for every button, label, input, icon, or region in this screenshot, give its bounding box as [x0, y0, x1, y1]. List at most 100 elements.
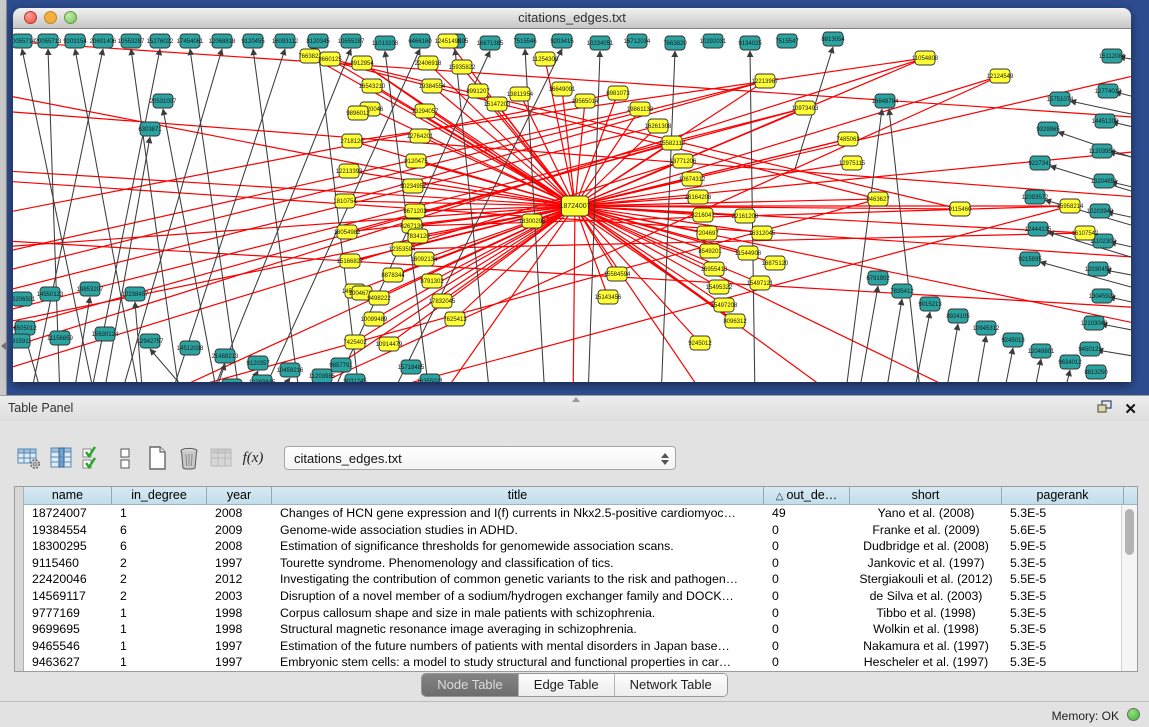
graph-node[interactable]: 9857791 — [329, 358, 353, 372]
graph-node[interactable]: 9203154 — [63, 34, 87, 48]
table-cell[interactable]: 2009 — [207, 522, 272, 539]
graph-edge[interactable] — [575, 101, 585, 206]
graph-edge[interactable] — [318, 49, 360, 382]
table-cell[interactable]: Estimation of the future numbers of pati… — [272, 638, 764, 655]
graph-edge[interactable] — [1063, 370, 1070, 382]
graph-node[interactable]: 8671203 — [403, 204, 427, 218]
graph-node[interactable]: 10945312 — [973, 321, 1000, 335]
graph-node[interactable]: 12942757 — [137, 334, 164, 348]
graph-node[interactable]: 12774013 — [1095, 84, 1122, 98]
graph-node[interactable]: 8813054 — [821, 32, 845, 46]
graph-node[interactable]: 8120345 — [306, 34, 330, 48]
graph-node[interactable]: 10234051 — [587, 36, 614, 50]
graph-node[interactable]: 7625413 — [443, 312, 467, 326]
graph-node[interactable]: 16649091 — [549, 82, 576, 96]
column-header-3[interactable]: title — [272, 487, 764, 504]
graph-node[interactable]: 10234957 — [400, 179, 427, 193]
table-row[interactable]: 969969511998Structural magnetic resonanc… — [24, 621, 1137, 638]
graph-node[interactable]: 16671385 — [477, 36, 504, 50]
table-row[interactable]: 946554611997Estimation of the future num… — [24, 638, 1137, 655]
graph-node[interactable]: 11544908 — [735, 246, 762, 260]
table-cell[interactable]: 49 — [764, 505, 850, 522]
table-cell[interactable]: Jankovic et al. (1997) — [850, 555, 1002, 572]
graph-node[interactable]: 3216047 — [691, 208, 715, 222]
table-cell[interactable]: de Silva et al. (2003) — [850, 588, 1002, 605]
table-cell[interactable]: 1997 — [207, 555, 272, 572]
graph-node[interactable]: 7515546 — [513, 34, 537, 48]
column-header-0[interactable]: name — [24, 487, 112, 504]
graph-node[interactable]: 9450122 — [1078, 342, 1102, 356]
table-cell[interactable]: 9699695 — [24, 621, 112, 638]
column-header-1[interactable]: in_degree — [112, 487, 207, 504]
graph-edge[interactable] — [1033, 359, 1041, 382]
graph-edge[interactable] — [885, 299, 902, 382]
graph-node[interactable]: 12213967 — [752, 74, 779, 88]
function-builder-icon[interactable]: f(x) — [240, 444, 266, 472]
graph-node[interactable]: 16355021 — [417, 374, 444, 382]
table-cell[interactable]: 9115460 — [24, 555, 112, 572]
graph-node[interactable]: 17832045 — [429, 294, 456, 308]
graph-node[interactable]: 9245012 — [688, 336, 712, 350]
graph-node[interactable]: 9896012 — [346, 106, 370, 120]
graph-node[interactable]: 10238457 — [122, 287, 149, 301]
graph-node[interactable]: 9463627 — [866, 192, 890, 206]
table-cell[interactable]: Changes of HCN gene expression and I(f) … — [272, 505, 764, 522]
table-cell[interactable]: 1 — [112, 605, 207, 622]
graph-node[interactable]: 7663820 — [663, 36, 687, 50]
graph-node[interactable]: 19565014 — [572, 94, 599, 108]
graph-node[interactable]: 1810754 — [333, 194, 357, 208]
table-cell[interactable]: 6 — [112, 522, 207, 539]
table-cell[interactable]: 2008 — [207, 538, 272, 555]
graph-edge[interactable] — [253, 49, 300, 382]
graph-node[interactable]: 9634012 — [1058, 355, 1082, 369]
graph-node[interactable]: 3915911 — [13, 334, 32, 348]
graph-node[interactable]: 8878344 — [381, 268, 405, 282]
graph-node[interactable]: 13811954 — [507, 87, 534, 101]
table-cell[interactable]: 5.3E-5 — [1002, 605, 1124, 622]
table-cell[interactable]: 1 — [112, 638, 207, 655]
left-divider-strip[interactable] — [0, 0, 7, 395]
graph-edge[interactable] — [575, 126, 658, 206]
table-cell[interactable]: Embryonic stem cells: a model to study s… — [272, 654, 764, 671]
table-cell[interactable]: 9463627 — [24, 654, 112, 671]
graph-node[interactable]: 15935822 — [449, 60, 476, 74]
graph-node[interactable]: 9329965 — [1036, 122, 1060, 136]
table-cell[interactable]: 22420046 — [24, 571, 112, 588]
table-cell[interactable]: Yano et al. (2008) — [850, 505, 1002, 522]
table-cell[interactable]: Tourette syndrome. Phenomenology and cla… — [272, 555, 764, 572]
graph-edge[interactable] — [661, 51, 675, 382]
graph-node[interactable]: 20531007 — [150, 94, 177, 108]
table-cell[interactable]: Investigating the contribution of common… — [272, 571, 764, 588]
table-cell[interactable]: Franke et al. (2009) — [850, 522, 1002, 539]
graph-edge[interactable] — [975, 336, 986, 382]
table-cell[interactable]: 5.3E-5 — [1002, 654, 1124, 671]
graph-node[interactable]: 12030459 — [1085, 262, 1112, 276]
graph-node[interactable]: 6466160 — [408, 34, 432, 48]
float-panel-icon[interactable] — [1097, 400, 1112, 418]
vertical-scrollbar[interactable] — [1121, 505, 1137, 671]
table-cell[interactable]: 1 — [112, 621, 207, 638]
table-cell[interactable]: Structural magnetic resonance image aver… — [272, 621, 764, 638]
graph-node[interactable]: 10292031 — [700, 34, 727, 48]
graph-edge[interactable] — [1070, 101, 1131, 114]
table-cell[interactable]: 2003 — [207, 588, 272, 605]
graph-node[interactable]: 13045921 — [1089, 289, 1116, 303]
graph-node[interactable]: 19384554 — [419, 79, 446, 93]
graph-node[interactable]: 9203415 — [550, 34, 574, 48]
table-row[interactable]: 946362711997Embryonic stem cells: a mode… — [24, 654, 1137, 671]
graph-node[interactable]: 16712034 — [624, 34, 651, 48]
table-cell[interactable]: 1997 — [207, 638, 272, 655]
graph-node[interactable]: 12764201 — [407, 129, 434, 143]
graph-node[interactable]: 15718485 — [398, 360, 425, 374]
graph-node[interactable]: 16093112 — [272, 34, 299, 48]
table-cell[interactable]: 0 — [764, 621, 850, 638]
table-cell[interactable]: Tibbo et al. (1998) — [850, 605, 1002, 622]
graph-node[interactable]: 14550123 — [37, 287, 64, 301]
graph-node[interactable]: 19853207 — [77, 282, 104, 296]
table-cell[interactable]: Estimation of significance thresholds fo… — [272, 538, 764, 555]
graph-node[interactable]: 8912954 — [350, 56, 374, 70]
delete-column-icon[interactable] — [176, 444, 202, 472]
table-cell[interactable]: 9777169 — [24, 605, 112, 622]
table-row[interactable]: 2242004622012Investigating the contribut… — [24, 571, 1137, 588]
graph-edge[interactable] — [1003, 348, 1013, 382]
